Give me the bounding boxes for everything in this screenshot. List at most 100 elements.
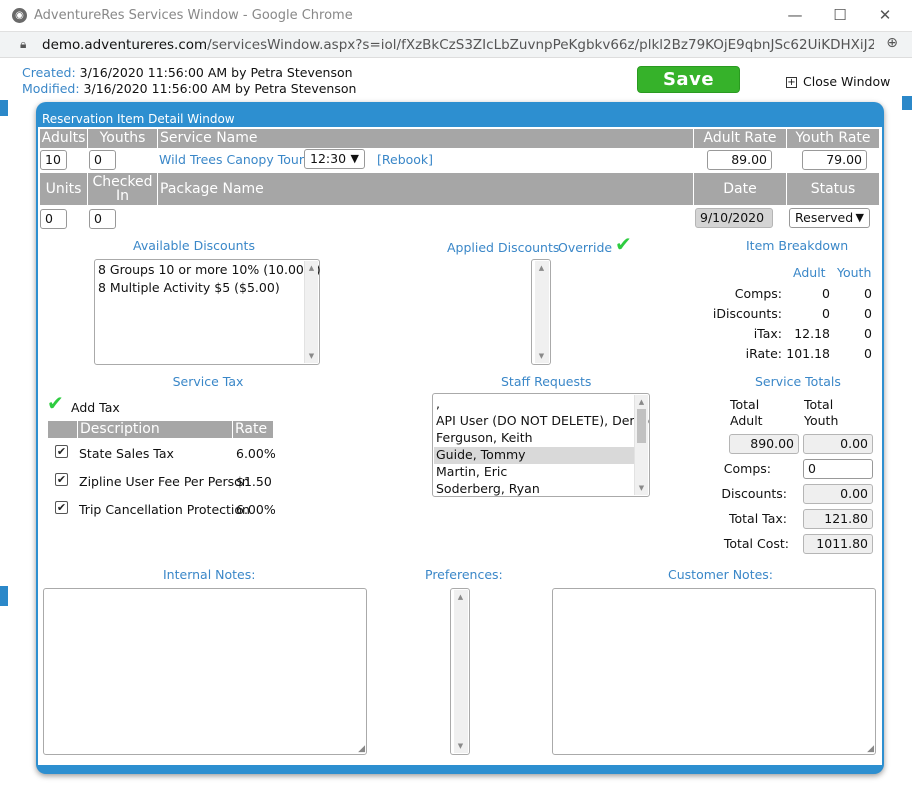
scroll-down-icon[interactable]: ▼ — [454, 742, 467, 750]
resize-grip-icon[interactable]: ◢ — [358, 744, 365, 754]
plus-icon: + — [786, 77, 797, 88]
override-link[interactable]: Override — [558, 240, 612, 255]
tax-rate: 6.00% — [236, 502, 276, 517]
total-adult-value: 890.00 — [729, 434, 799, 454]
preferences-list[interactable]: ▲ ▼ — [450, 588, 470, 755]
breakdown-youth-value: 0 — [864, 326, 872, 341]
resize-grip-icon[interactable]: ◢ — [867, 744, 874, 754]
checked-in-input[interactable]: 0 — [89, 209, 116, 229]
breakdown-label: iDiscounts: — [712, 306, 782, 321]
maximize-button[interactable]: ☐ — [820, 5, 860, 27]
scroll-up-icon[interactable]: ▲ — [635, 398, 648, 406]
header-adult-rate: Adult Rate — [694, 129, 787, 148]
breakdown-label: Comps: — [734, 286, 782, 301]
preferences-label: Preferences: — [425, 567, 503, 582]
discounts-value: 0.00 — [803, 484, 873, 504]
list-item-selected[interactable]: Guide, Tommy — [436, 447, 526, 462]
item-breakdown-title: Item Breakdown — [746, 238, 849, 253]
comps-label: Comps: — [723, 461, 771, 476]
modal-title: Reservation Item Detail Window — [42, 112, 235, 126]
add-tax-label: Add Tax — [71, 400, 120, 415]
adults-input[interactable]: 10 — [40, 150, 67, 170]
total-youth-label: Total Youth — [804, 397, 839, 428]
breakdown-adult-value: 0 — [822, 306, 830, 321]
applied-discounts-scrollbar[interactable]: ▲ ▼ — [535, 261, 549, 363]
list-item[interactable]: 8 Groups 10 or more 10% (10.00%) — [98, 262, 321, 277]
zoom-icon[interactable]: ⊕ — [886, 35, 898, 51]
modified-label: Modified: — [22, 81, 80, 96]
total-youth-value: 0.00 — [803, 434, 873, 454]
service-name-link[interactable]: Wild Trees Canopy Tour — [159, 152, 304, 167]
modal-body: Adults Youths Service Name Adult Rate Yo… — [38, 127, 882, 765]
address-bar[interactable]: 🔒︎ demo.adventureres.com/servicesWindow.… — [0, 32, 912, 58]
list-item[interactable]: Ferguson, Keith — [436, 430, 533, 445]
created-value: 3/16/2020 11:56:00 AM by Petra Stevenson — [79, 65, 353, 80]
customer-notes-label: Customer Notes: — [668, 567, 774, 582]
background-sidebar-fragment-lower — [0, 586, 8, 606]
available-discounts-list[interactable]: 8 Groups 10 or more 10% (10.00%) 8 Multi… — [94, 259, 321, 365]
scroll-down-icon[interactable]: ▼ — [535, 352, 548, 360]
scroll-thumb[interactable] — [637, 409, 646, 443]
scroll-down-icon[interactable]: ▼ — [305, 352, 318, 360]
close-window-label: Close Window — [803, 74, 891, 89]
total-tax-label: Total Tax: — [728, 511, 787, 526]
list-item[interactable]: Soderberg, Ryan — [436, 481, 540, 496]
check-icon[interactable]: ✔ — [47, 391, 64, 415]
youths-input[interactable]: 0 — [89, 150, 116, 170]
internal-notes-label: Internal Notes: — [163, 567, 256, 582]
staff-requests-list[interactable]: , API User (DO NOT DELETE), Demo Ferguso… — [432, 393, 650, 497]
service-tax-title: Service Tax — [172, 374, 244, 389]
check-icon: ✔ — [615, 232, 632, 256]
header-youth-rate: Youth Rate — [787, 129, 880, 148]
applied-discounts-list[interactable]: ▲ ▼ — [531, 259, 551, 365]
discounts-label: Discounts: — [721, 486, 787, 501]
header-package-name: Package Name — [158, 173, 694, 205]
service-totals-title: Service Totals — [755, 374, 841, 389]
comps-input[interactable]: 0 — [803, 459, 873, 479]
date-input[interactable]: 9/10/2020 — [695, 208, 773, 228]
header-adults: Adults — [40, 129, 88, 148]
tax-description: Zipline User Fee Per Person — [79, 474, 250, 489]
close-button[interactable]: ✕ — [865, 5, 905, 27]
breakdown-label: iTax: — [753, 326, 782, 341]
scroll-down-icon[interactable]: ▼ — [635, 484, 648, 492]
scroll-up-icon[interactable]: ▲ — [535, 264, 548, 272]
list-item[interactable]: 8 Multiple Activity $5 ($5.00) — [98, 280, 280, 295]
tax-checkbox[interactable]: ✔ — [55, 473, 68, 486]
modified-info: Modified: 3/16/2020 11:56:00 AM by Petra… — [22, 81, 356, 96]
scroll-up-icon[interactable]: ▲ — [305, 264, 318, 272]
breakdown-youth-value: 0 — [864, 286, 872, 301]
youth-rate-input[interactable]: 79.00 — [802, 150, 867, 170]
time-select[interactable]: 12:30 ▼ — [304, 149, 365, 169]
total-cost-value: 1011.80 — [803, 534, 873, 554]
available-discounts-scrollbar[interactable]: ▲ ▼ — [304, 261, 318, 363]
save-button[interactable]: Save — [637, 66, 740, 93]
reservation-item-modal: Reservation Item Detail Window Adults Yo… — [36, 102, 884, 774]
customer-notes-textarea[interactable]: ◢ — [552, 588, 876, 755]
adult-rate-input[interactable]: 89.00 — [707, 150, 772, 170]
tax-checkbox[interactable]: ✔ — [55, 445, 68, 458]
units-input[interactable]: 0 — [40, 209, 67, 229]
internal-notes-textarea[interactable]: ◢ — [43, 588, 367, 755]
header-checked-in: Checked In — [88, 173, 158, 205]
header-status: Status — [787, 173, 880, 205]
tax-checkbox[interactable]: ✔ — [55, 501, 68, 514]
list-item[interactable]: API User (DO NOT DELETE), Demo — [436, 413, 649, 428]
preferences-scrollbar[interactable]: ▲ ▼ — [454, 590, 468, 753]
url-path: /servicesWindow.aspx?s=iol/fXzBkCzS3ZIcL… — [207, 37, 874, 53]
created-info: Created: 3/16/2020 11:56:00 AM by Petra … — [22, 65, 353, 80]
total-cost-label: Total Cost: — [723, 536, 789, 551]
close-window-link[interactable]: + Close Window — [786, 74, 890, 89]
rebook-link[interactable]: [Rebook] — [377, 152, 433, 167]
header-units: Units — [40, 173, 88, 205]
total-adult-label: Total Adult — [730, 397, 763, 428]
list-item[interactable]: , — [436, 396, 440, 411]
scroll-up-icon[interactable]: ▲ — [454, 593, 467, 601]
url-text[interactable]: demo.adventureres.com/servicesWindow.asp… — [42, 37, 874, 53]
minimize-button[interactable]: — — [775, 5, 815, 27]
breakdown-youth-header: Youth — [837, 265, 872, 280]
status-select[interactable]: Reserved ▼ — [789, 208, 870, 228]
breakdown-adult-header: Adult — [793, 265, 826, 280]
staff-requests-scrollbar[interactable]: ▲ ▼ — [634, 395, 648, 495]
list-item[interactable]: Martin, Eric — [436, 464, 507, 479]
